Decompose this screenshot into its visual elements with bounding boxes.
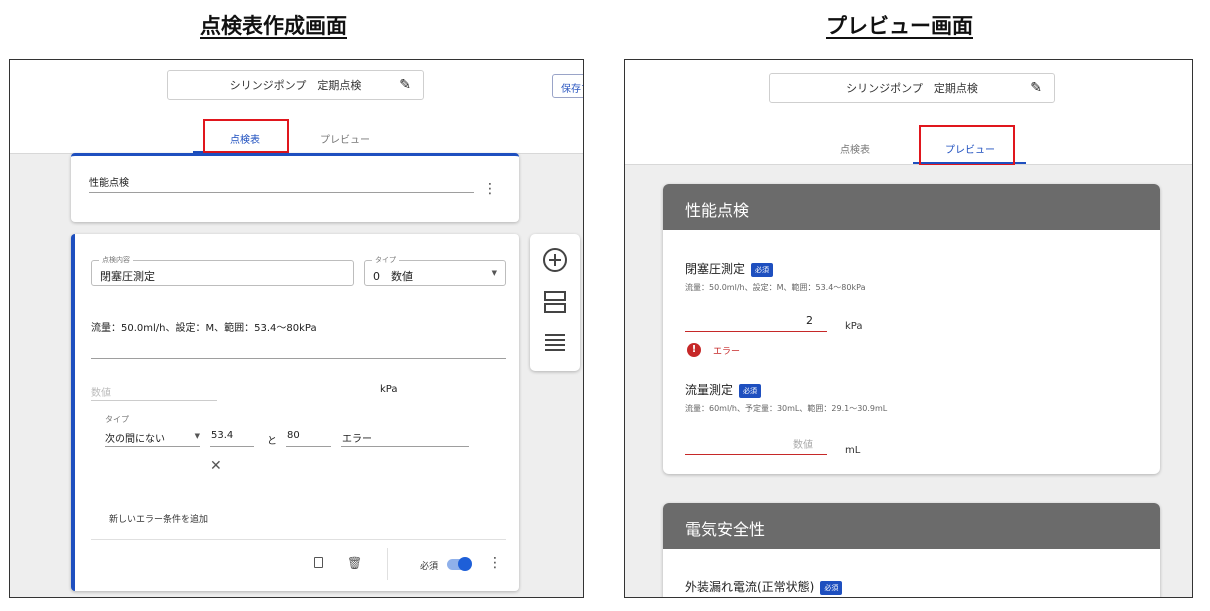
preview-section-card: 電気安全性 外装漏れ電流(正常状態) 必須 <box>663 503 1160 597</box>
section-title-underline <box>89 192 474 193</box>
required-badge: 必須 <box>820 580 843 595</box>
preview-unit: kPa <box>845 321 863 332</box>
value-placeholder[interactable]: 数値 <box>91 384 111 399</box>
delete-icon[interactable]: 🗑 <box>347 556 362 570</box>
preview-title-text: シリンジポンプ 定期点検 <box>846 82 978 95</box>
preview-panel: シリンジポンプ 定期点検 ✎ 点検表 プレビュー 性能点検 閉塞圧測定 必須 流量… <box>624 59 1193 598</box>
pencil-icon[interactable]: ✎ <box>399 77 411 93</box>
preview-item-desc: 流量：50.0ml/h、設定：M、範囲：53.4～80kPa <box>685 283 866 292</box>
dropdown-arrow-icon: ▼ <box>491 269 497 277</box>
pencil-icon[interactable]: ✎ <box>1030 80 1042 96</box>
item-description[interactable]: 流量：50.0ml/h、設定：M、範囲：53.4～80kPa <box>91 319 317 334</box>
unit-label[interactable]: kPa <box>380 384 398 395</box>
title-text: シリンジポンプ 定期点検 <box>229 79 362 92</box>
condition-min[interactable]: 53.4 <box>211 430 233 441</box>
preview-value-input[interactable]: 2 <box>685 314 827 332</box>
preview-item-label: 流量測定 必須 <box>685 381 762 398</box>
error-message: エラー <box>713 347 741 357</box>
condition-max-underline <box>286 446 331 447</box>
content-legend: 点検内容 <box>99 255 133 265</box>
condition-type-label: タイプ <box>105 415 129 424</box>
required-label: 必須 <box>420 562 439 572</box>
preview-value-input[interactable]: 数値 <box>685 436 827 455</box>
condition-message[interactable]: エラー <box>342 430 372 445</box>
condition-type-underline <box>105 446 200 447</box>
content-field[interactable]: 点検内容 閉塞圧測定 <box>91 255 354 286</box>
footer-divider <box>91 539 506 540</box>
dropdown-arrow-icon: ▼ <box>194 432 200 440</box>
preview-value-text: 2 <box>806 314 813 327</box>
tab-checklist[interactable]: 点検表 <box>830 141 880 156</box>
tab-preview[interactable]: プレビュー <box>313 131 377 146</box>
copy-icon[interactable] <box>314 557 323 568</box>
required-badge: 必須 <box>751 262 774 277</box>
preview-section-card: 性能点検 閉塞圧測定 必須 流量：50.0ml/h、設定：M、範囲：53.4～80… <box>663 184 1160 474</box>
add-condition-button[interactable]: 新しいエラー条件を追加 <box>109 512 208 525</box>
preview-section-title: 電気安全性 <box>685 520 766 539</box>
item-label-text: 閉塞圧測定 <box>685 262 746 276</box>
title-field[interactable]: シリンジポンプ 定期点検 ✎ <box>167 70 424 100</box>
item-label-text: 流量測定 <box>685 383 734 397</box>
side-toolbar <box>530 234 580 371</box>
preview-section-header: 性能点検 <box>663 184 1160 230</box>
item-label-text: 外装漏れ電流(正常状態) <box>685 580 815 594</box>
type-legend: タイプ <box>372 255 399 265</box>
content-value: 閉塞圧測定 <box>100 270 155 283</box>
condition-message-underline <box>341 446 469 447</box>
highlight-box <box>919 125 1015 166</box>
add-circle-icon[interactable] <box>542 247 568 273</box>
preview-unit: mL <box>845 445 861 456</box>
section-icon[interactable] <box>543 290 567 314</box>
type-select[interactable]: タイプ 0 数値 ▼ <box>364 255 506 286</box>
value-underline <box>91 400 217 401</box>
condition-max[interactable]: 80 <box>287 430 300 441</box>
preview-item-label: 閉塞圧測定 必須 <box>685 260 774 277</box>
save-button[interactable]: 保存す <box>552 74 583 98</box>
preview-section-header: 電気安全性 <box>663 503 1160 549</box>
preview-item-desc: 流量：60ml/h、予定量：30mL、範囲：29.1～30.9mL <box>685 404 888 413</box>
condition-type-select[interactable]: 次の間にない ▼ <box>105 430 200 445</box>
preview-title-field: シリンジポンプ 定期点検 ✎ <box>769 73 1055 103</box>
preview-screen-heading: プレビュー画面 <box>826 14 973 38</box>
editor-tabbar: 点検表 プレビュー <box>10 116 583 154</box>
footer-vertical-divider <box>387 548 388 580</box>
item-card: 点検内容 閉塞圧測定 タイプ 0 数値 ▼ 流量：50.0ml/h、設定：M、範… <box>71 234 519 591</box>
required-badge: 必須 <box>739 383 762 398</box>
close-icon[interactable]: ✕ <box>210 458 222 474</box>
section-title[interactable]: 性能点検 <box>89 174 129 189</box>
preview-section-title: 性能点検 <box>685 201 750 220</box>
more-vert-icon[interactable]: ⋮ <box>488 556 502 570</box>
section-card: 性能点検 ⋮ <box>71 153 519 222</box>
preview-tabbar: 点検表 プレビュー <box>625 124 1192 165</box>
type-value: 0 数値 <box>373 270 413 283</box>
description-underline <box>91 358 506 359</box>
highlight-box <box>203 119 289 153</box>
toggle-knob <box>458 557 472 571</box>
more-vert-icon[interactable]: ⋮ <box>483 182 497 196</box>
preview-value-placeholder: 数値 <box>793 440 813 451</box>
preview-item-label: 外装漏れ電流(正常状態) 必須 <box>685 578 843 595</box>
condition-type-value: 次の間にない <box>105 434 165 445</box>
required-toggle[interactable] <box>447 557 472 571</box>
condition-and: と <box>267 436 277 447</box>
list-icon[interactable] <box>543 332 567 352</box>
editor-panel: シリンジポンプ 定期点検 ✎ 保存す 点検表 プレビュー 性能点検 ⋮ 点検内容… <box>9 59 584 598</box>
condition-min-underline <box>210 446 254 447</box>
editor-screen-heading: 点検表作成画面 <box>200 14 347 38</box>
error-icon: ! <box>687 343 701 357</box>
